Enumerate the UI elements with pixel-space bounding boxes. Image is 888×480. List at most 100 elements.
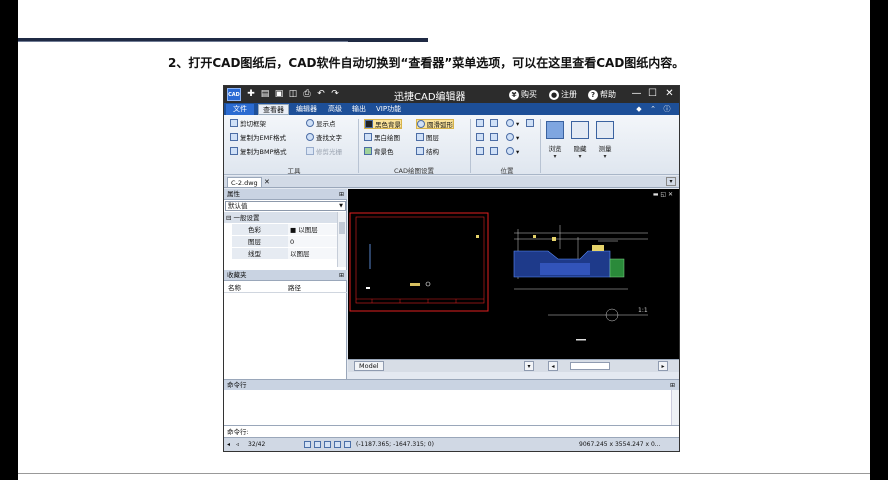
- properties-panel-header: 属性 ⊞: [224, 189, 347, 200]
- save-as-icon[interactable]: ◫: [288, 89, 298, 99]
- register-button[interactable]: ● 注册: [549, 89, 577, 100]
- undo-icon[interactable]: ↶: [316, 89, 326, 99]
- tab-editor[interactable]: 编辑器: [292, 104, 321, 115]
- polar-icon[interactable]: [334, 441, 341, 448]
- cad-editor-window: CAD ✚ ▤ ▣ ◫ ⎙ ↶ ↷ 迅捷CAD编辑器 ¥ 购买 ● 注册 ? 帮助 —…: [223, 85, 680, 452]
- minimize-icon[interactable]: —: [631, 88, 642, 100]
- find-text-button[interactable]: 查找文字: [306, 133, 342, 143]
- hide-button[interactable]: 隐藏 ▾: [569, 119, 591, 169]
- smooth-arc-toggle[interactable]: 圆滑弧形: [416, 119, 454, 129]
- view-presets-button[interactable]: ▾: [506, 147, 519, 157]
- layers-icon: [416, 133, 424, 141]
- scroll-thumb[interactable]: [570, 362, 610, 370]
- group-label-position: 位置: [500, 167, 514, 175]
- show-points-button[interactable]: 显示点: [306, 119, 336, 129]
- pin-icon[interactable]: ⊞: [339, 270, 344, 281]
- app-logo: CAD: [227, 88, 241, 101]
- redo-icon[interactable]: ↷: [330, 89, 340, 99]
- fit-window-button[interactable]: [476, 119, 486, 129]
- ribbon-separator: [470, 119, 471, 173]
- properties-scrollbar[interactable]: [337, 212, 346, 267]
- fit-icon: [476, 119, 484, 127]
- document-tab-bar: C-2.dwg ✕ ▾: [224, 176, 679, 188]
- zoom-window-button[interactable]: [490, 119, 500, 129]
- info-icon[interactable]: ⓘ: [662, 104, 672, 114]
- cad-drawing: [349, 212, 648, 341]
- black-background-toggle[interactable]: 黑色背景: [364, 119, 402, 129]
- properties-group[interactable]: ⊟ 一般设置: [224, 212, 337, 224]
- zoom-out-button[interactable]: ▾: [506, 133, 519, 143]
- close-icon[interactable]: ✕: [664, 88, 675, 100]
- property-row[interactable]: 色彩 ■ 以图层: [224, 224, 337, 236]
- tab-advanced[interactable]: 高级: [324, 104, 346, 115]
- tab-list-icon[interactable]: ▾: [666, 177, 676, 186]
- page-indicator: 32/42: [248, 441, 266, 448]
- collapse-ribbon-icon[interactable]: ⌃: [648, 104, 658, 114]
- open-file-icon[interactable]: ▤: [260, 89, 270, 99]
- prev-page-icon[interactable]: ◃: [236, 438, 239, 451]
- column-path[interactable]: 路径: [288, 283, 301, 293]
- copy-icon: [230, 147, 238, 155]
- save-icon[interactable]: ▣: [274, 89, 284, 99]
- ruler-icon: [596, 121, 614, 139]
- layers-button[interactable]: 图层: [416, 133, 439, 143]
- print-icon[interactable]: ⎙: [302, 89, 312, 99]
- ribbon: 剪切框架 复制为EMF格式 复制为BMP格式 显示点 查找文字 修剪光栅 工具 …: [224, 115, 679, 175]
- chevron-down-icon: ▾: [603, 153, 607, 160]
- measure-button[interactable]: 测量 ▾: [594, 119, 616, 169]
- group-label-drawing-settings: CAD绘图设置: [394, 167, 434, 175]
- skin-icon[interactable]: ◆: [634, 104, 644, 114]
- 3d-orbit-button[interactable]: [476, 147, 486, 157]
- search-icon: [306, 133, 314, 141]
- property-row[interactable]: 线型 以图层: [224, 248, 337, 260]
- buy-button[interactable]: ¥ 购买: [509, 89, 537, 100]
- new-file-icon[interactable]: ✚: [246, 89, 256, 99]
- drawing-canvas[interactable]: ▬ ◱ ✕ 1:1: [348, 189, 679, 359]
- bw-drawing-toggle[interactable]: 黑白绘图: [364, 133, 400, 143]
- zoom-in-icon: [506, 119, 514, 127]
- pin-icon[interactable]: ⊞: [339, 189, 344, 200]
- view-cube-button[interactable]: [490, 147, 500, 157]
- extents-button[interactable]: [490, 133, 500, 143]
- help-button[interactable]: ? 帮助: [588, 89, 616, 100]
- ortho-icon[interactable]: [324, 441, 331, 448]
- first-page-icon[interactable]: ◂: [227, 438, 230, 451]
- grid-icon: [546, 121, 564, 139]
- status-bar: ◂ ◃ 32/42 (-1187.365; -1647.315; 0) 9067…: [224, 437, 679, 451]
- palette-icon: [364, 147, 372, 155]
- tab-vip[interactable]: VIP功能: [372, 104, 405, 115]
- pan-button[interactable]: [526, 119, 536, 129]
- help-icon: ?: [588, 90, 598, 100]
- scroll-left-icon[interactable]: ◂: [548, 361, 558, 371]
- snap-icon[interactable]: [304, 441, 311, 448]
- command-scrollbar[interactable]: [671, 390, 679, 425]
- footer-line: [18, 473, 870, 474]
- model-tab[interactable]: Model: [354, 361, 384, 371]
- zoom-in-button[interactable]: ▾: [506, 119, 519, 129]
- background-color-button[interactable]: 背景色: [364, 147, 394, 157]
- property-row[interactable]: 图层 0: [224, 236, 337, 248]
- cursor-coordinates: (-1187.365; -1647.315; 0): [356, 441, 434, 448]
- column-name[interactable]: 名称: [228, 283, 241, 293]
- scroll-right-icon[interactable]: ▸: [658, 361, 668, 371]
- lineweight-icon[interactable]: [344, 441, 351, 448]
- document-tab[interactable]: C-2.dwg: [227, 177, 262, 188]
- structure-button[interactable]: 结构: [416, 147, 439, 157]
- extents-icon: [490, 133, 498, 141]
- rotate-button[interactable]: [476, 133, 486, 143]
- command-panel-header: 命令行 ⊞: [224, 379, 679, 390]
- trim-raster-button[interactable]: 修剪光栅: [306, 147, 342, 157]
- command-input[interactable]: 命令行:: [224, 425, 679, 437]
- grid-snap-icon[interactable]: [314, 441, 321, 448]
- copy-bmp-button[interactable]: 复制为BMP格式: [230, 147, 287, 157]
- properties-combo[interactable]: 默认值 ▼: [225, 201, 346, 211]
- browse-button[interactable]: 浏览 ▾: [544, 119, 566, 169]
- layout-list-icon[interactable]: ▾: [524, 361, 534, 371]
- maximize-icon[interactable]: ☐: [647, 88, 658, 100]
- close-tab-icon[interactable]: ✕: [264, 178, 270, 186]
- menu-file[interactable]: 文件: [226, 104, 254, 115]
- copy-emf-button[interactable]: 复制为EMF格式: [230, 133, 286, 143]
- tab-viewer[interactable]: 查看器: [258, 104, 289, 115]
- tab-output[interactable]: 输出: [348, 104, 370, 115]
- crop-frame-button[interactable]: 剪切框架: [230, 119, 266, 129]
